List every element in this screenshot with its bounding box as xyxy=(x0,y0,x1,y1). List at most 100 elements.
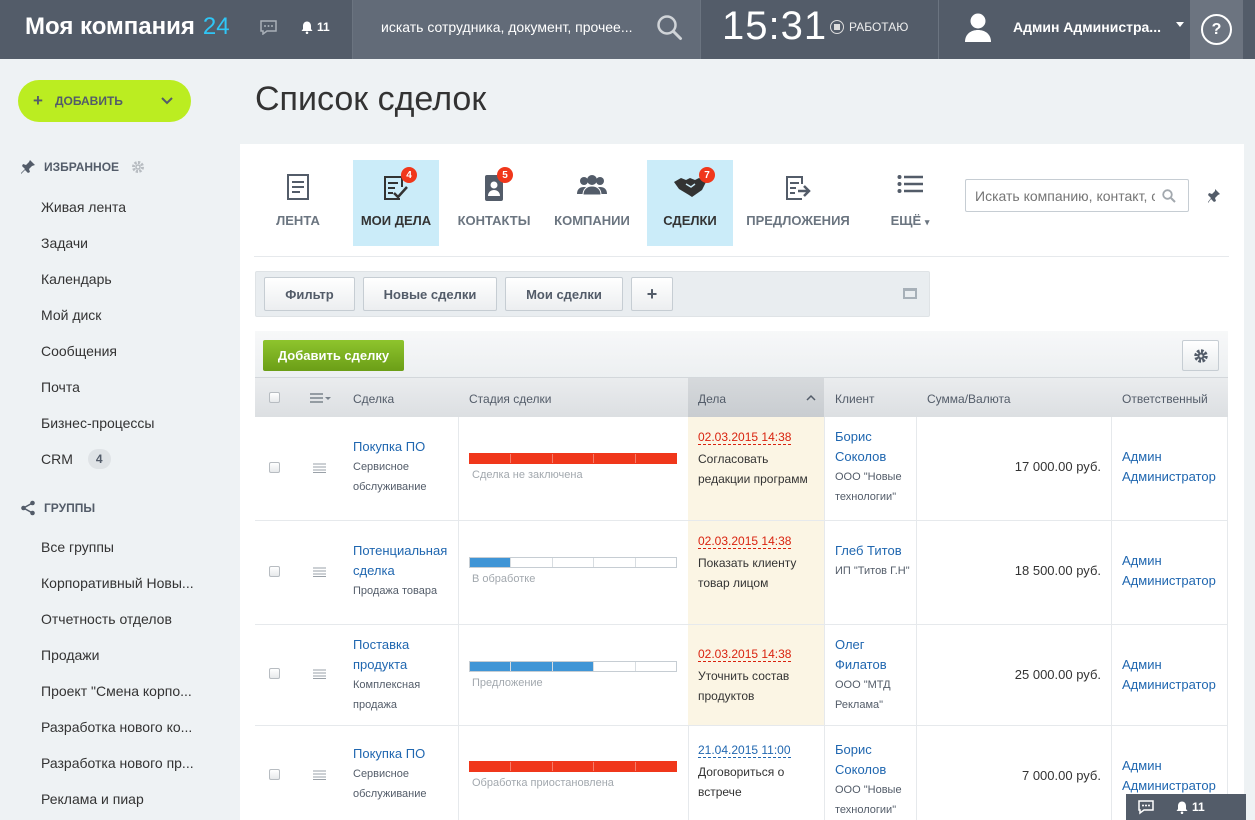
groups-title: ГРУППЫ xyxy=(44,501,96,515)
tab-deals[interactable]: 7 СДЕЛКИ xyxy=(647,160,733,246)
sidebar-item-messages[interactable]: Сообщения xyxy=(41,343,117,359)
search-icon[interactable] xyxy=(1162,189,1176,203)
search-input[interactable]: искать сотрудника, документ, прочее... xyxy=(381,19,633,35)
grid-settings-button[interactable] xyxy=(1182,340,1219,371)
activity-date[interactable]: 21.04.2015 11:00 xyxy=(698,743,791,758)
column-header-sum[interactable]: Сумма/Валюта xyxy=(927,392,1011,406)
sidebar-item-tasks[interactable]: Задачи xyxy=(41,235,88,251)
tab-feed[interactable]: ЛЕНТА xyxy=(266,160,330,246)
tab-more[interactable]: ЕЩЁ ▾ xyxy=(885,160,935,246)
sidebar-item-feed[interactable]: Живая лента xyxy=(41,199,126,215)
column-header-responsible[interactable]: Ответственный xyxy=(1122,392,1208,406)
activity-date[interactable]: 02.03.2015 14:38 xyxy=(698,430,792,445)
sidebar-item-mail[interactable]: Почта xyxy=(41,379,80,395)
client-link[interactable]: Борис Соколов ООО "Новые технологии" xyxy=(835,427,915,507)
column-header-deal[interactable]: Сделка xyxy=(353,392,394,406)
my-deals-filter-button[interactable]: Мои сделки xyxy=(505,277,623,311)
divider xyxy=(700,0,701,59)
notifications-button[interactable]: 11 xyxy=(1176,800,1205,814)
stage-progress[interactable] xyxy=(469,761,677,772)
sidebar-item-group[interactable]: Продажи xyxy=(41,647,99,663)
activity-text[interactable]: Согласовать редакции программ xyxy=(698,449,808,489)
chat-icon[interactable] xyxy=(260,20,277,35)
table-row[interactable]: Потенциальная сделка Продажа товара В обр… xyxy=(255,521,1228,625)
responsible-link[interactable]: Админ Администратор xyxy=(1122,551,1222,591)
sidebar-item-group[interactable]: Проект "Смена корпо... xyxy=(41,683,192,699)
tab-contacts[interactable]: 5 КОНТАКТЫ xyxy=(456,160,532,246)
deal-title[interactable]: Потенциальная сделка Продажа товара xyxy=(353,541,453,601)
user-name[interactable]: Админ Администра... xyxy=(1013,19,1161,35)
client-link[interactable]: Глеб Титов ИП "Титов Г.Н" xyxy=(835,541,915,581)
client-link[interactable]: Борис Соколов ООО "Новые технологии" xyxy=(835,740,915,820)
row-menu-icon[interactable] xyxy=(313,669,326,679)
pin-icon[interactable] xyxy=(1207,188,1221,204)
sidebar-item-crm[interactable]: CRM 4 xyxy=(41,449,111,469)
chat-icon[interactable] xyxy=(1138,799,1154,815)
deal-title[interactable]: Поставка продукта Комплексная продажа xyxy=(353,635,453,715)
tab-quotes[interactable]: ПРЕДЛОЖЕНИЯ xyxy=(746,160,850,246)
column-header-activities[interactable]: Дела xyxy=(698,392,726,406)
clock[interactable]: 15:31 xyxy=(722,4,827,49)
add-button[interactable]: + ДОБАВИТЬ xyxy=(18,80,191,122)
deal-title[interactable]: Покупка ПО Сервисное обслуживание xyxy=(353,744,453,804)
sidebar-item-bizproc[interactable]: Бизнес-процессы xyxy=(41,415,154,431)
table-row[interactable]: Покупка ПО Сервисное обслуживание Обработ… xyxy=(255,726,1228,820)
row-menu-icon[interactable] xyxy=(313,770,326,780)
crm-search-input[interactable] xyxy=(975,188,1155,204)
client-link[interactable]: Олег Филатов ООО "МТД Реклама" xyxy=(835,635,915,715)
gear-icon[interactable] xyxy=(131,160,145,174)
sidebar-item-disk[interactable]: Мой диск xyxy=(41,307,101,323)
sidebar-item-calendar[interactable]: Календарь xyxy=(41,271,112,287)
sidebar-item-group[interactable]: Реклама и пиар xyxy=(41,791,144,807)
work-status[interactable]: РАБОТАЮ xyxy=(830,20,908,34)
help-button[interactable]: ? xyxy=(1190,0,1243,59)
table-row[interactable]: Покупка ПО Сервисное обслуживание Сделка … xyxy=(255,417,1228,521)
responsible-link[interactable]: Админ Администратор xyxy=(1122,756,1222,796)
chevron-down-icon[interactable] xyxy=(1176,22,1184,27)
notifications-button[interactable]: 11 xyxy=(301,20,330,34)
stage-progress[interactable] xyxy=(469,661,677,672)
tab-my-activities[interactable]: 4 МОИ ДЕЛА xyxy=(353,160,439,246)
groups-section[interactable]: ГРУППЫ xyxy=(20,500,95,516)
row-menu-icon[interactable] xyxy=(313,463,326,473)
sidebar-item-all-groups[interactable]: Все группы xyxy=(41,539,114,555)
row-checkbox[interactable] xyxy=(269,462,280,473)
global-search[interactable]: искать сотрудника, документ, прочее... xyxy=(353,0,700,59)
sidebar-item-group[interactable]: Корпоративный Новы... xyxy=(41,575,194,591)
company-logo[interactable]: Моя компания 24 xyxy=(25,13,230,41)
responsible-link[interactable]: Админ Администратор xyxy=(1122,655,1222,695)
table-row[interactable]: Поставка продукта Комплексная продажа Пре… xyxy=(255,625,1228,726)
maximize-icon[interactable] xyxy=(903,288,917,299)
row-checkbox[interactable] xyxy=(269,668,280,679)
tab-companies[interactable]: КОМПАНИИ xyxy=(554,160,630,246)
stage-progress[interactable] xyxy=(469,453,677,464)
row-checkbox[interactable] xyxy=(269,769,280,780)
responsible-link[interactable]: Админ Администратор xyxy=(1122,447,1222,487)
columns-menu-icon[interactable] xyxy=(309,392,331,404)
stage-progress[interactable] xyxy=(469,557,677,568)
sidebar-item-group[interactable]: Отчетность отделов xyxy=(41,611,172,627)
column-header-client[interactable]: Клиент xyxy=(835,392,875,406)
activity-date[interactable]: 02.03.2015 14:38 xyxy=(698,647,792,662)
filter-button[interactable]: Фильтр xyxy=(264,277,355,311)
sidebar-item-group[interactable]: Разработка нового пр... xyxy=(41,755,194,771)
row-checkbox[interactable] xyxy=(269,566,280,577)
select-all-checkbox[interactable] xyxy=(269,392,280,403)
add-filter-button[interactable]: + xyxy=(631,277,673,311)
activity-text[interactable]: Уточнить состав продуктов xyxy=(698,666,808,706)
crm-search-box[interactable] xyxy=(965,179,1189,212)
activity-text[interactable]: Договориться о встрече xyxy=(698,762,808,802)
activity-date[interactable]: 02.03.2015 14:38 xyxy=(698,534,792,549)
avatar[interactable] xyxy=(964,12,992,42)
bell-icon xyxy=(301,21,313,34)
add-deal-button[interactable]: Добавить сделку xyxy=(263,340,404,371)
deal-title[interactable]: Покупка ПО Сервисное обслуживание xyxy=(353,437,453,497)
row-menu-icon[interactable] xyxy=(313,567,326,577)
sidebar-item-group[interactable]: Разработка нового ко... xyxy=(41,719,192,735)
column-header-stage[interactable]: Стадия сделки xyxy=(469,392,551,406)
new-deals-filter-button[interactable]: Новые сделки xyxy=(363,277,497,311)
favorites-section[interactable]: ИЗБРАННОЕ xyxy=(20,159,145,175)
sort-up-icon[interactable] xyxy=(806,394,816,402)
activity-text[interactable]: Показать клиенту товар лицом xyxy=(698,553,808,593)
search-icon[interactable] xyxy=(656,14,683,41)
